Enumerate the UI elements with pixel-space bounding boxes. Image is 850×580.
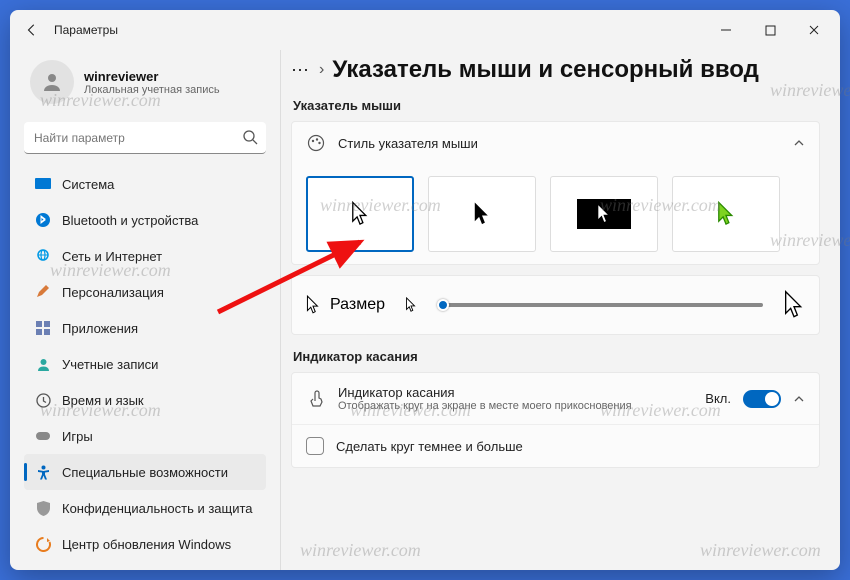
maximize-button[interactable] <box>748 14 792 46</box>
nav-label: Приложения <box>62 321 138 336</box>
update-icon <box>34 535 52 553</box>
nav-accounts[interactable]: Учетные записи <box>24 346 266 382</box>
pointer-style-black[interactable] <box>428 176 536 252</box>
user-sub: Локальная учетная запись <box>84 84 220 96</box>
cursor-max-icon <box>783 290 805 320</box>
pointer-size-label: Размер <box>330 296 385 314</box>
page-title: Указатель мыши и сенсорный ввод <box>332 56 759 84</box>
touch-opt-label: Сделать круг темнее и больше <box>336 439 523 454</box>
touch-sub: Отображать круг на экране в месте моего … <box>338 400 632 412</box>
nav-network[interactable]: Сеть и Интернет <box>24 238 266 274</box>
avatar <box>30 60 74 104</box>
shield-icon <box>34 499 52 517</box>
apps-icon <box>34 319 52 337</box>
nav-apps[interactable]: Приложения <box>24 310 266 346</box>
pointer-style-card: Стиль указателя мыши <box>291 121 820 265</box>
display-icon <box>34 175 52 193</box>
back-button[interactable] <box>14 12 50 48</box>
section-pointer: Указатель мыши <box>293 98 820 113</box>
nav-label: Специальные возможности <box>62 465 228 480</box>
pointer-style-white[interactable] <box>306 176 414 252</box>
slider-thumb[interactable] <box>437 299 449 311</box>
toggle-state: Вкл. <box>705 391 731 406</box>
pointer-style-options <box>292 164 819 264</box>
pointer-size-row: Размер <box>292 276 819 334</box>
breadcrumb: ⋯ › Указатель мыши и сенсорный ввод <box>291 56 820 84</box>
sidebar: winreviewer Локальная учетная запись Сис… <box>10 50 280 570</box>
titlebar: Параметры <box>10 10 840 50</box>
pointer-size-card: Размер <box>291 275 820 335</box>
brush-icon <box>34 283 52 301</box>
gamepad-icon <box>34 427 52 445</box>
network-icon <box>34 247 52 265</box>
pointer-style-label: Стиль указателя мыши <box>338 136 478 151</box>
nav-system[interactable]: Система <box>24 166 266 202</box>
touch-card: Индикатор касания Отображать круг на экр… <box>291 372 820 468</box>
nav-label: Время и язык <box>62 393 144 408</box>
chevron-right-icon: › <box>319 61 324 79</box>
nav-label: Сеть и Интернет <box>62 249 162 264</box>
user-block[interactable]: winreviewer Локальная учетная запись <box>24 50 266 114</box>
cursor-min-icon <box>405 297 417 313</box>
touch-toggle[interactable] <box>743 390 781 408</box>
app-title: Параметры <box>54 23 118 37</box>
accessibility-icon <box>34 463 52 481</box>
nav-bluetooth[interactable]: Bluetooth и устройства <box>24 202 266 238</box>
content: ⋯ › Указатель мыши и сенсорный ввод Указ… <box>280 50 840 570</box>
cursor-small-icon <box>306 295 320 315</box>
nav-label: Система <box>62 177 114 192</box>
nav: Система Bluetooth и устройства Сеть и Ин… <box>24 166 266 560</box>
pointer-style-row[interactable]: Стиль указателя мыши <box>292 122 819 164</box>
clock-icon <box>34 391 52 409</box>
nav-personalization[interactable]: Персонализация <box>24 274 266 310</box>
nav-privacy[interactable]: Конфиденциальность и защита <box>24 490 266 526</box>
nav-accessibility[interactable]: Специальные возможности <box>24 454 266 490</box>
nav-label: Центр обновления Windows <box>62 537 231 552</box>
nav-label: Bluetooth и устройства <box>62 213 198 228</box>
size-slider[interactable] <box>437 303 763 307</box>
checkbox[interactable] <box>306 437 324 455</box>
user-name: winreviewer <box>84 69 220 84</box>
search-icon <box>242 129 258 145</box>
chevron-up-icon[interactable] <box>793 393 805 405</box>
section-touch: Индикатор касания <box>293 349 820 364</box>
minimize-button[interactable] <box>704 14 748 46</box>
nav-gaming[interactable]: Игры <box>24 418 266 454</box>
touch-indicator-row[interactable]: Индикатор касания Отображать круг на экр… <box>292 373 819 424</box>
nav-label: Игры <box>62 429 93 444</box>
touch-darker-row[interactable]: Сделать круг темнее и больше <box>292 424 819 467</box>
nav-time[interactable]: Время и язык <box>24 382 266 418</box>
chevron-up-icon <box>793 137 805 149</box>
pointer-style-inverted[interactable] <box>550 176 658 252</box>
nav-label: Персонализация <box>62 285 164 300</box>
breadcrumb-more[interactable]: ⋯ <box>291 60 311 81</box>
settings-window: Параметры winreviewer Локальная учетная … <box>10 10 840 570</box>
close-button[interactable] <box>792 14 836 46</box>
pointer-style-custom[interactable] <box>672 176 780 252</box>
bluetooth-icon <box>34 211 52 229</box>
search-input[interactable] <box>24 122 266 154</box>
search-box <box>24 122 266 154</box>
nav-label: Учетные записи <box>62 357 158 372</box>
nav-update[interactable]: Центр обновления Windows <box>24 526 266 560</box>
touch-title: Индикатор касания <box>338 385 632 400</box>
touch-icon <box>306 390 326 408</box>
nav-label: Конфиденциальность и защита <box>62 501 253 516</box>
body: winreviewer Локальная учетная запись Сис… <box>10 50 840 570</box>
window-controls <box>704 14 836 46</box>
person-icon <box>34 355 52 373</box>
palette-icon <box>306 134 326 152</box>
